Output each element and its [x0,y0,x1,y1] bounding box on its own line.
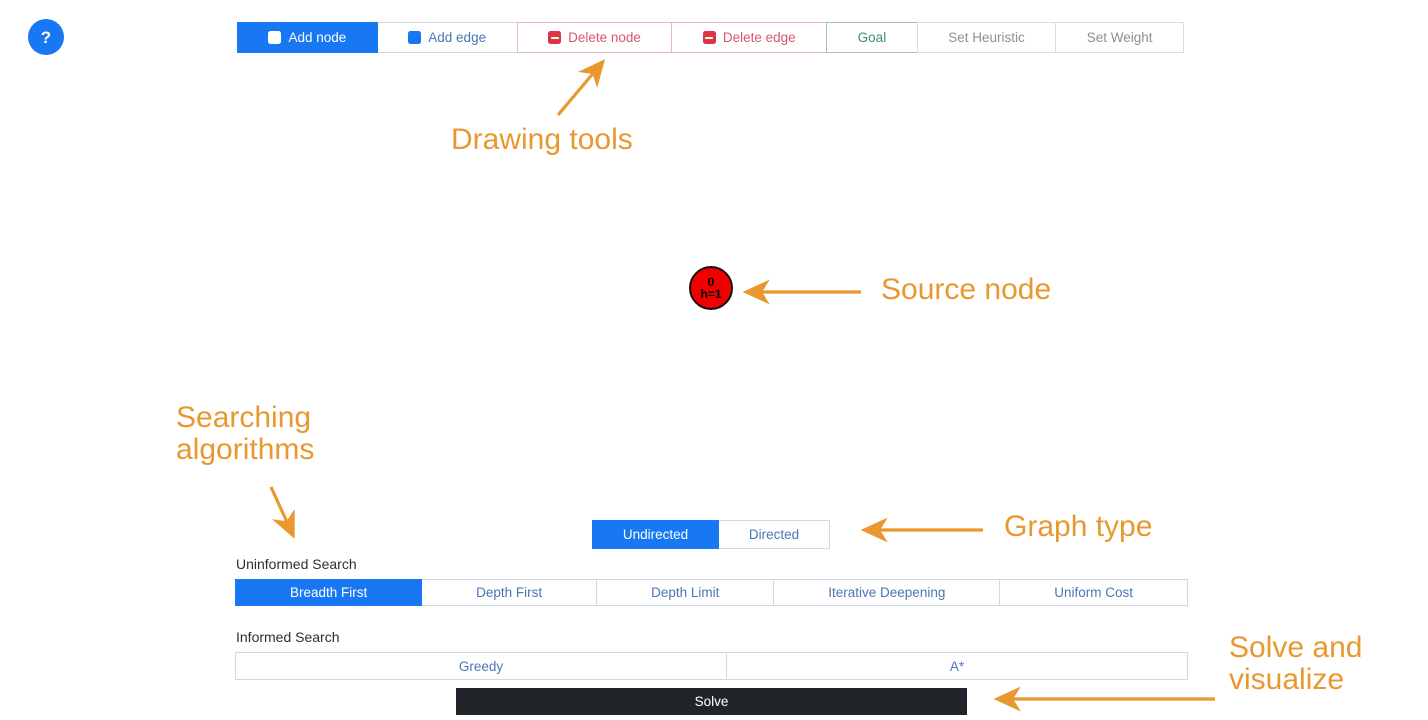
annotation-searching-algorithms: Searching algorithms [176,401,315,466]
algo-uniform-cost[interactable]: Uniform Cost [999,579,1188,606]
graph-node-source[interactable]: 0 h=1 [689,266,733,310]
graph-type-undirected-label: Undirected [622,527,689,542]
algo-iterative-deepening[interactable]: Iterative Deepening [773,579,1001,606]
tool-delete-node-label: Delete node [568,30,641,45]
tool-delete-node[interactable]: Delete node [516,22,673,53]
graph-type-directed-label: Directed [748,527,800,542]
tool-goal-label: Goal [857,30,887,45]
graph-type-undirected[interactable]: Undirected [592,520,720,549]
graph-type-directed[interactable]: Directed [718,520,831,549]
uninformed-search-label: Uninformed Search [236,556,357,572]
algo-depth-limit-label: Depth Limit [651,585,720,600]
annotation-solve-and-visualize: Solve and visualize [1229,631,1363,696]
graph-type-toggle: Undirected Directed [592,520,831,549]
tool-goal[interactable]: Goal [826,22,918,53]
informed-search-label: Informed Search [236,629,340,645]
algo-breadth-first[interactable]: Breadth First [235,579,423,606]
tool-set-heuristic[interactable]: Set Heuristic [916,22,1057,53]
blue-square-icon [408,31,422,44]
algo-a-star[interactable]: A* [726,652,1189,680]
white-square-icon [268,31,282,44]
annotation-graph-type: Graph type [1004,510,1153,543]
help-button[interactable]: ? [28,19,64,55]
algo-depth-first-label: Depth First [476,585,543,600]
tool-delete-edge-label: Delete edge [722,30,796,45]
algo-iterative-deepening-label: Iterative Deepening [828,585,946,600]
red-minus-icon [702,31,716,44]
annotation-drawing-tools: Drawing tools [451,123,633,156]
red-minus-icon [548,31,562,44]
tool-set-weight[interactable]: Set Weight [1055,22,1184,53]
annotation-source-node: Source node [881,273,1052,306]
tool-add-edge-label: Add edge [428,30,487,45]
algo-depth-limit[interactable]: Depth Limit [596,579,775,606]
tool-delete-edge[interactable]: Delete edge [671,22,828,53]
algo-greedy-label: Greedy [458,658,504,674]
app-root: ? Add node Add edge Delete node Delete e… [0,0,1428,720]
algo-greedy[interactable]: Greedy [235,652,728,680]
solve-button-label: Solve [694,694,729,709]
algo-uniform-cost-label: Uniform Cost [1054,585,1134,600]
algo-a-star-label: A* [949,658,965,674]
tool-add-node[interactable]: Add node [237,22,378,53]
solve-button[interactable]: Solve [456,688,967,715]
drawing-tools-toolbar: Add node Add edge Delete node Delete edg… [237,22,1184,53]
algo-breadth-first-label: Breadth First [289,585,368,600]
tool-set-weight-label: Set Weight [1086,30,1153,45]
node-heuristic-label: h=1 [700,287,722,301]
annotation-arrow-drawing-tools [269,59,1215,712]
question-mark-icon: ? [40,27,52,47]
algo-depth-first[interactable]: Depth First [421,579,598,606]
tool-add-node-label: Add node [288,30,347,45]
tool-set-heuristic-label: Set Heuristic [948,30,1025,45]
tool-add-edge[interactable]: Add edge [376,22,518,53]
informed-search-group: Greedy A* [235,652,1189,680]
uninformed-search-group: Breadth First Depth First Depth Limit It… [235,579,1188,606]
